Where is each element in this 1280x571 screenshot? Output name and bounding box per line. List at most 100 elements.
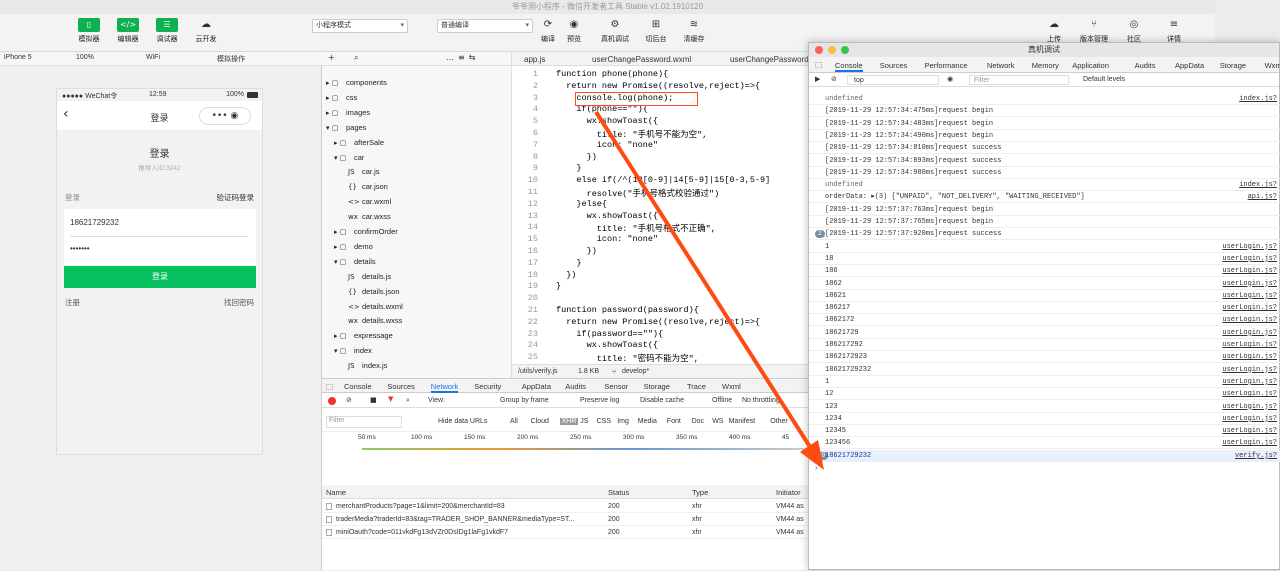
code-line[interactable]: function phone(phone){ <box>556 69 668 79</box>
code-line[interactable]: }) <box>556 152 597 162</box>
console-row[interactable]: [2019-11-29 12:57:34:810ms]request succe… <box>809 142 1280 155</box>
console-row[interactable]: 18621729 userLogin.js? <box>809 327 1280 339</box>
levels-select[interactable]: Default levels <box>1083 76 1125 83</box>
console-row[interactable]: [2019-11-29 12:57:34:475ms]request begin <box>809 105 1280 118</box>
context-select[interactable]: top <box>847 75 939 85</box>
console-row[interactable]: 18621729232 userLogin.js? <box>809 364 1280 376</box>
file-tree-item[interactable]: ▸ ▢ components <box>326 78 387 87</box>
code-line[interactable]: } <box>556 281 561 291</box>
source-link[interactable]: userLogin.js? <box>1222 327 1277 338</box>
capsule-menu-icon[interactable]: ••• ◉ <box>199 107 251 125</box>
code-line[interactable]: }else{ <box>556 199 607 209</box>
console-row[interactable]: orderData: ▸(3) ["UNPAID", "NOT_DELIVERY… <box>809 191 1280 204</box>
code-line[interactable]: resolve("手机号格式校验通过") <box>556 187 720 199</box>
record-icon[interactable] <box>328 397 336 405</box>
console-row[interactable]: [2019-11-29 12:57:37:765ms]request begin <box>809 216 1280 228</box>
source-link[interactable]: userLogin.js? <box>1222 388 1277 399</box>
network-filter-input[interactable]: Filter <box>326 416 402 428</box>
file-tree-item[interactable]: ▸ ▢ demo <box>334 242 373 251</box>
upload-button[interactable]: ☁ 上传 <box>1037 18 1071 44</box>
disable-cache-checkbox[interactable]: Disable cache <box>640 397 684 404</box>
add-icon[interactable]: + <box>328 53 335 62</box>
search-icon[interactable]: ⌕ <box>354 53 358 63</box>
console-prompt[interactable]: › <box>815 463 818 472</box>
console-row[interactable]: 2 [2019-11-29 12:57:37:920ms]request succ… <box>809 228 1280 241</box>
console-tab-audits[interactable]: Audits <box>1135 61 1156 70</box>
code-line[interactable]: icon: "none" <box>556 234 658 244</box>
source-link[interactable]: userLogin.js? <box>1222 351 1277 362</box>
type-filter-cloud[interactable]: Cloud <box>531 418 549 425</box>
code-line[interactable]: } <box>556 163 581 173</box>
source-link[interactable]: index.js? <box>1239 179 1277 190</box>
console-row[interactable]: undefined index.js? <box>809 93 1280 105</box>
file-tree-item[interactable]: {} car.json <box>348 182 388 191</box>
preview-button[interactable]: ◉ 预览 <box>557 18 591 44</box>
devtools-tab-network[interactable]: Network <box>430 382 459 393</box>
console-row[interactable]: 1 userLogin.js? <box>809 241 1280 253</box>
console-row[interactable]: [2019-11-29 12:57:34:483ms]request begin <box>809 118 1280 130</box>
console-row[interactable]: [2019-11-29 12:57:34:490ms]request begin <box>809 130 1280 142</box>
network-row[interactable]: merchantProducts?page=1&limit=200&mercha… <box>322 500 808 513</box>
console-tab-memory[interactable]: Memory <box>1032 61 1059 70</box>
console-tab-appdata[interactable]: AppData <box>1175 61 1204 70</box>
console-row[interactable]: 29 18621729232 verify.js? <box>809 449 1280 462</box>
remote-debug-button[interactable]: ⚙ 真机调试 <box>598 18 632 44</box>
sidebar-icon[interactable]: ▶ <box>815 75 820 83</box>
console-row[interactable]: 12 userLogin.js? <box>809 388 1280 401</box>
network-row[interactable]: miniOauth?code=011vkdFg13dVZr0DsIDg1laFg… <box>322 526 808 539</box>
console-row[interactable]: [2019-11-29 12:57:37:763ms]request begin <box>809 204 1280 216</box>
file-tree-item[interactable]: JS details.js <box>348 272 391 281</box>
network-select[interactable]: WiFi <box>146 54 160 61</box>
hide-urls-checkbox[interactable]: Hide data URLs <box>438 418 487 425</box>
maximize-icon[interactable] <box>841 46 849 54</box>
type-filter-xhr[interactable]: XHR <box>559 418 579 425</box>
source-link[interactable]: index.js? <box>1239 93 1277 104</box>
code-line[interactable]: else if(/^(13[0-9]|14[5-9]|15[0-3,5-9] <box>556 175 770 185</box>
code-line[interactable]: }) <box>556 270 576 280</box>
details-button[interactable]: ≡ 详情 <box>1157 18 1191 44</box>
type-filter-doc[interactable]: Doc <box>692 418 704 425</box>
code-line[interactable]: function password(password){ <box>556 305 699 315</box>
console-tab-performance[interactable]: Performance <box>925 61 968 70</box>
code-line[interactable]: return new Promise((resolve,reject)=>{ <box>556 317 760 327</box>
source-link[interactable]: userLogin.js? <box>1222 339 1277 350</box>
devtools-tab-appdata[interactable]: AppData <box>522 382 551 391</box>
code-line[interactable]: return new Promise((resolve,reject)=>{ <box>556 81 760 91</box>
console-row[interactable]: undefined index.js? <box>809 179 1280 192</box>
console-row[interactable]: 1 userLogin.js? <box>809 376 1280 388</box>
zoom-select[interactable]: 100% <box>76 54 94 61</box>
code-line[interactable]: } <box>556 258 581 268</box>
type-filter-js[interactable]: JS <box>580 418 588 425</box>
file-tree-item[interactable]: ▾ ▢ details <box>334 257 376 266</box>
debugger-button[interactable]: ☰ 调试器 <box>150 18 184 44</box>
code-line[interactable]: wx.showToast({ <box>556 211 658 221</box>
inspect-icon[interactable]: ⬚ <box>326 382 333 391</box>
console-row[interactable]: 18 userLogin.js? <box>809 253 1280 265</box>
cloud-button[interactable]: ☁ 云开发 <box>189 18 223 44</box>
devtools-tab-audits[interactable]: Audits <box>565 382 586 391</box>
source-link[interactable]: api.js? <box>1248 191 1277 202</box>
console-row[interactable]: 186217 userLogin.js? <box>809 302 1280 315</box>
console-row[interactable]: 123456 userLogin.js? <box>809 437 1280 450</box>
type-filter-all[interactable]: All <box>510 418 518 425</box>
mode-select[interactable]: 小程序模式 <box>312 19 408 33</box>
filter-icon[interactable]: ▼ <box>388 395 393 403</box>
login-button[interactable]: 登录 <box>64 266 256 288</box>
type-filter-ws[interactable]: WS <box>712 418 723 425</box>
type-filter-manifest[interactable]: Manifest <box>729 418 755 425</box>
source-link[interactable]: userLogin.js? <box>1222 437 1277 448</box>
avatar[interactable] <box>6 19 26 41</box>
source-link[interactable]: userLogin.js? <box>1222 425 1277 436</box>
source-link[interactable]: userLogin.js? <box>1222 401 1277 412</box>
console-tab-sources[interactable]: Sources <box>880 61 908 70</box>
file-tree-item[interactable]: <> details.wxml <box>348 302 403 311</box>
password-input[interactable]: ••••••• <box>70 244 90 253</box>
clear-icon[interactable]: ⊘ <box>831 75 837 83</box>
search-icon[interactable]: ⌕ <box>406 396 410 405</box>
console-tab-storage[interactable]: Storage <box>1220 61 1246 70</box>
console-row[interactable]: 123 userLogin.js? <box>809 401 1280 413</box>
source-link[interactable]: userLogin.js? <box>1222 314 1277 325</box>
console-tab-wxml[interactable]: Wxml <box>1265 61 1280 70</box>
console-row[interactable]: 186217292 userLogin.js? <box>809 339 1280 351</box>
console-tab-console[interactable]: Console <box>835 61 863 72</box>
